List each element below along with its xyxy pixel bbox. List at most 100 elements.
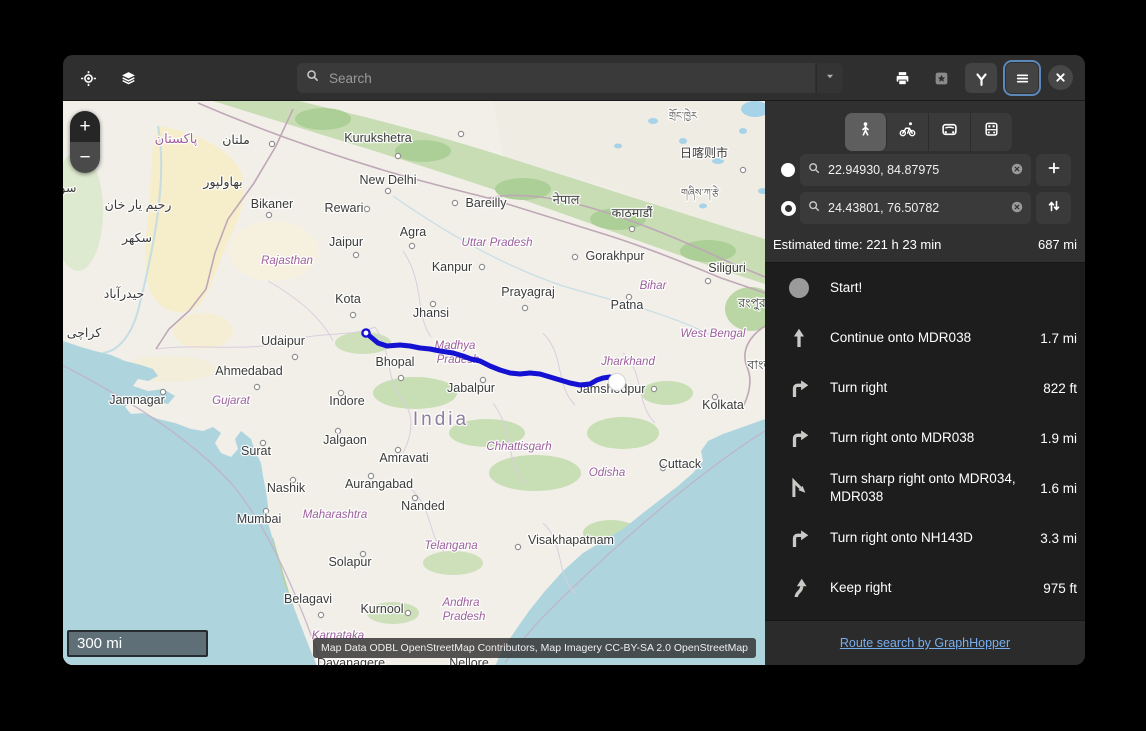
map-label: রংপুর [737, 296, 765, 311]
route-planner-button[interactable] [965, 63, 997, 93]
city-dot [395, 153, 400, 158]
map-label: Rewari [325, 201, 364, 215]
clear-icon[interactable] [1010, 162, 1024, 178]
city-dot [266, 212, 271, 217]
city-dot [385, 188, 390, 193]
bike-icon [899, 121, 916, 143]
map-label: Solapur [328, 555, 371, 569]
mode-transit-tab[interactable] [971, 113, 1012, 151]
destination-input[interactable] [826, 200, 1005, 216]
city-dot [479, 264, 484, 269]
swap-icon [1046, 198, 1062, 219]
map-label: Kanpur [432, 260, 472, 274]
route-sidebar: Estimated time: 221 h 23 min 687 mi Star… [765, 101, 1085, 665]
direction-text: Turn sharp right onto MDR034, MDR038 [830, 464, 1040, 512]
map-label: Prayagraj [501, 285, 555, 299]
map-label: West Bengal [681, 328, 746, 340]
app-window: KurukshetraNew DelhiBikanerRewariJaipurA… [63, 55, 1085, 665]
direction-row[interactable]: Turn right onto MDR0381.9 mi [765, 413, 1085, 463]
bookmarks-button[interactable] [926, 63, 956, 93]
route-start-marker[interactable] [362, 329, 369, 336]
search-entry[interactable] [297, 63, 815, 93]
map-label: Kolkata [702, 398, 744, 412]
mode-pedestrian-tab[interactable] [845, 113, 887, 151]
direction-row[interactable]: Turn right822 ft [765, 363, 1085, 413]
map-label: Patna [611, 298, 644, 312]
main-menu-button[interactable] [1006, 63, 1038, 93]
map-label: Jamnagar [109, 393, 165, 407]
mode-car-tab[interactable] [929, 113, 971, 151]
map-label: বাংল [746, 358, 765, 372]
city-dot [629, 226, 634, 231]
map-label: Siliguri [708, 261, 746, 275]
direction-text: Turn right onto MDR038 [830, 423, 1040, 453]
headerbar [63, 55, 1085, 101]
direction-row[interactable]: Continue onto MDR0381.7 mi [765, 313, 1085, 363]
add-waypoint-button[interactable] [1036, 154, 1071, 186]
direction-row[interactable]: Start! [765, 263, 1085, 313]
mode-bike-tab[interactable] [887, 113, 929, 151]
map-label: Maharashtra [303, 509, 368, 521]
sidebar-footer: Route search by GraphHopper [765, 620, 1085, 665]
zoom-out-button[interactable]: − [70, 142, 100, 173]
graphhopper-link[interactable]: Route search by GraphHopper [840, 636, 1010, 650]
total-distance: 687 mi [1038, 237, 1077, 252]
origin-entry[interactable] [800, 154, 1031, 186]
printer-icon [894, 70, 911, 87]
route-end-marker[interactable] [609, 374, 626, 391]
search-icon [807, 199, 821, 218]
map-label: Bikaner [251, 197, 293, 211]
direction-distance: 3.3 mi [1040, 531, 1077, 546]
print-button[interactable] [887, 63, 917, 93]
city-dot [364, 206, 369, 211]
map-label: Rajasthan [261, 255, 313, 267]
direction-row[interactable]: Keep right975 ft [765, 563, 1085, 613]
map-label: 日喀则市 [680, 145, 728, 160]
map-scale: 300 mi [67, 630, 208, 657]
mark-location-icon [80, 70, 97, 87]
map-label: Udaipur [261, 334, 305, 348]
route-icon [973, 70, 990, 87]
direction-text: Keep right [830, 573, 1043, 603]
direction-row[interactable]: Turn right onto NH143D3.3 mi [765, 513, 1085, 563]
map-label: Kota [335, 292, 361, 306]
map-view[interactable]: KurukshetraNew DelhiBikanerRewariJaipurA… [63, 101, 765, 665]
search-input[interactable] [327, 70, 807, 87]
continue-straight-icon [787, 326, 811, 350]
direction-text: Turn right [830, 373, 1043, 403]
map-label: Bhopal [376, 355, 415, 369]
map-label: Ahmedabad [215, 364, 282, 378]
close-window-button[interactable] [1048, 65, 1073, 90]
direction-distance: 1.7 mi [1040, 331, 1077, 346]
map-label: Gorakhpur [585, 249, 644, 263]
city-dot [458, 131, 463, 136]
reverse-route-button[interactable] [1036, 192, 1071, 224]
clear-icon[interactable] [1010, 200, 1024, 216]
search-dropdown-button[interactable] [816, 63, 843, 93]
map-scale-label: 300 mi [77, 635, 122, 652]
destination-bullet-icon [781, 201, 796, 216]
zoom-in-button[interactable]: + [70, 111, 100, 142]
city-dot [522, 305, 527, 310]
map-label: پاکستان [155, 131, 198, 146]
map-label: काठमाडौं [612, 205, 654, 220]
destination-entry[interactable] [800, 192, 1031, 224]
directions-list: Start!Continue onto MDR0381.7 miTurn rig… [765, 263, 1085, 620]
origin-input[interactable] [826, 162, 1005, 178]
city-dot [353, 252, 358, 257]
start-circle-icon [787, 276, 811, 300]
direction-row[interactable]: Turn sharp right onto MDR034, MDR0381.6 … [765, 463, 1085, 513]
map-label: Belagavi [284, 592, 332, 606]
city-dot [318, 612, 323, 617]
map-label: Bihar [640, 280, 668, 292]
map-label: Aurangabad [345, 477, 413, 491]
go-to-location-button[interactable] [73, 63, 103, 93]
map-label: Cuttack [659, 457, 702, 471]
layers-button[interactable] [113, 63, 143, 93]
map-label: Uttar Pradesh [462, 237, 533, 249]
search-icon [305, 68, 327, 88]
map-label: Nanded [401, 499, 445, 513]
city-dot [254, 384, 259, 389]
pedestrian-icon [857, 121, 874, 143]
map-label: Jharkhand [600, 356, 655, 368]
